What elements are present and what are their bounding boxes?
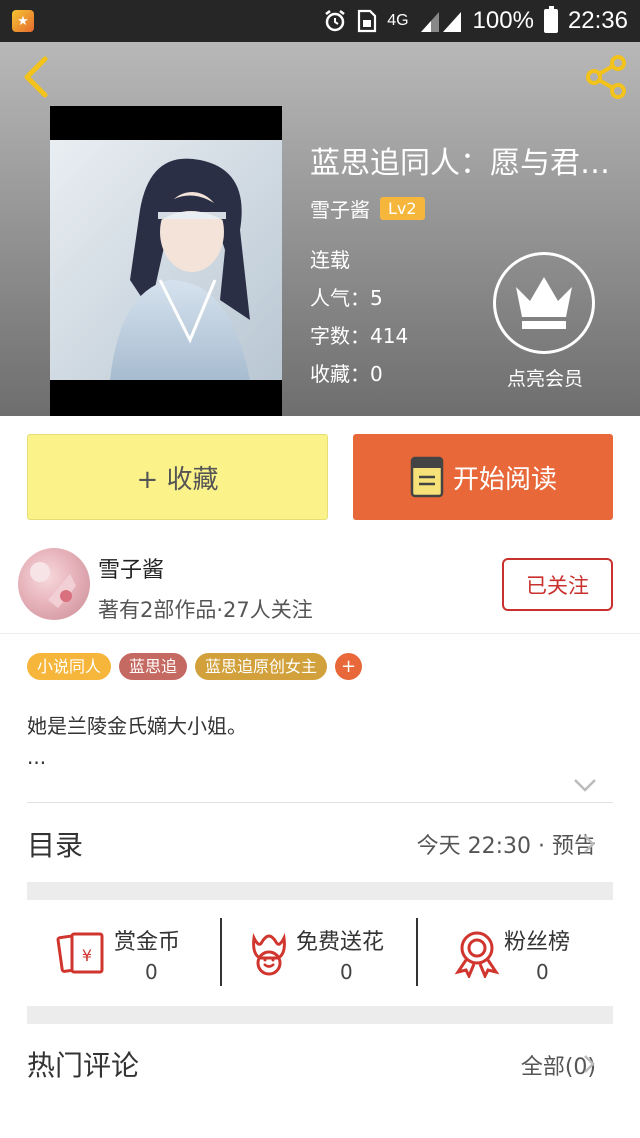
battery-percent: 100% <box>472 7 534 34</box>
book-title: 蓝思追同人：愿与君永... <box>310 146 632 181</box>
chevron-down-icon <box>574 779 596 792</box>
divider <box>27 802 613 803</box>
book-icon <box>410 456 444 498</box>
stat-value: 0 <box>536 960 549 984</box>
battery-icon <box>543 6 558 33</box>
catalog-title[interactable]: 目录 <box>27 824 83 864</box>
book-description: 她是兰陵金氏嫡大小姐。 <box>27 714 247 738</box>
share-button[interactable] <box>582 54 630 100</box>
stat-label: 免费送花 <box>296 930 385 955</box>
add-tag-button[interactable]: + <box>335 653 363 680</box>
tag-item[interactable]: 小说同人 <box>27 653 112 680</box>
author-stats: 著有2部作品·27人关注 <box>98 598 313 622</box>
vip-button[interactable] <box>493 252 595 354</box>
hot-comments-title: 热门评论 <box>27 1049 140 1082</box>
sim-card-icon <box>358 9 377 33</box>
favorite-button[interactable]: + 收藏 <box>27 434 328 520</box>
cover-illustration <box>50 140 282 380</box>
book-word-count: 字数：414 <box>310 324 409 348</box>
tag-list: 小说同人 蓝思追 蓝思追原创女主 + <box>27 653 363 680</box>
fan-ranking-stat[interactable]: 粉丝榜 0 <box>452 918 602 990</box>
svg-text:¥: ¥ <box>82 946 92 965</box>
book-cover[interactable] <box>50 106 282 416</box>
start-reading-button[interactable]: 开始阅读 <box>353 434 613 520</box>
share-icon <box>586 55 626 99</box>
stat-value: 0 <box>340 960 353 984</box>
book-author-line: 雪子酱 Lv2 <box>310 194 425 223</box>
description-ellipsis: ... <box>27 745 47 769</box>
app-notification-icon: ★ <box>12 10 34 32</box>
red-envelope-icon: ¥ <box>56 932 104 974</box>
medal-icon <box>454 931 500 978</box>
reward-coins-stat[interactable]: ¥ 赏金币 0 <box>56 918 216 990</box>
chevron-left-icon <box>24 56 48 98</box>
avatar-image <box>30 562 76 608</box>
stat-divider <box>416 918 418 986</box>
stat-value: 0 <box>145 960 158 984</box>
status-bar: ★ 4G 100% 22:36 <box>0 0 640 42</box>
author-name[interactable]: 雪子酱 <box>98 552 164 584</box>
stat-label: 赏金币 <box>114 930 181 955</box>
book-status: 连载 <box>310 248 350 272</box>
status-indicators: 4G 100% 22:36 <box>323 6 628 35</box>
author-avatar[interactable] <box>18 548 90 620</box>
follow-button[interactable]: 已关注 <box>502 558 613 611</box>
section-separator <box>27 882 613 900</box>
catalog-latest[interactable]: 今天 22:30 · 预告 <box>417 828 596 860</box>
flower-icon <box>252 932 286 976</box>
tag-item[interactable]: 蓝思追 <box>119 653 188 680</box>
chevron-right-icon[interactable] <box>582 833 596 855</box>
start-reading-label: 开始阅读 <box>452 464 557 495</box>
book-popularity: 人气：5 <box>310 286 383 310</box>
divider <box>0 633 640 634</box>
book-favorites: 收藏：0 <box>310 362 383 386</box>
book-author[interactable]: 雪子酱 <box>310 194 370 223</box>
section-separator <box>27 1006 613 1024</box>
stat-divider <box>220 918 222 986</box>
author-level-badge: Lv2 <box>380 197 425 220</box>
vip-label[interactable]: 点亮会员 <box>490 364 600 391</box>
clock: 22:36 <box>567 7 628 34</box>
free-flowers-stat[interactable]: 免费送花 0 <box>244 918 414 990</box>
signal-icon <box>420 12 461 32</box>
chevron-right-icon[interactable] <box>582 1053 596 1075</box>
crown-icon <box>516 277 572 329</box>
alarm-icon <box>325 10 345 32</box>
back-button[interactable] <box>14 54 58 100</box>
stat-label: 粉丝榜 <box>504 930 571 955</box>
book-header: 蓝思追同人：愿与君永... 雪子酱 Lv2 连载 人气：5 字数：414 收藏：… <box>0 42 640 416</box>
expand-description-button[interactable] <box>572 775 598 795</box>
network-type: 4G <box>387 12 409 29</box>
tag-item[interactable]: 蓝思追原创女主 <box>195 653 328 680</box>
